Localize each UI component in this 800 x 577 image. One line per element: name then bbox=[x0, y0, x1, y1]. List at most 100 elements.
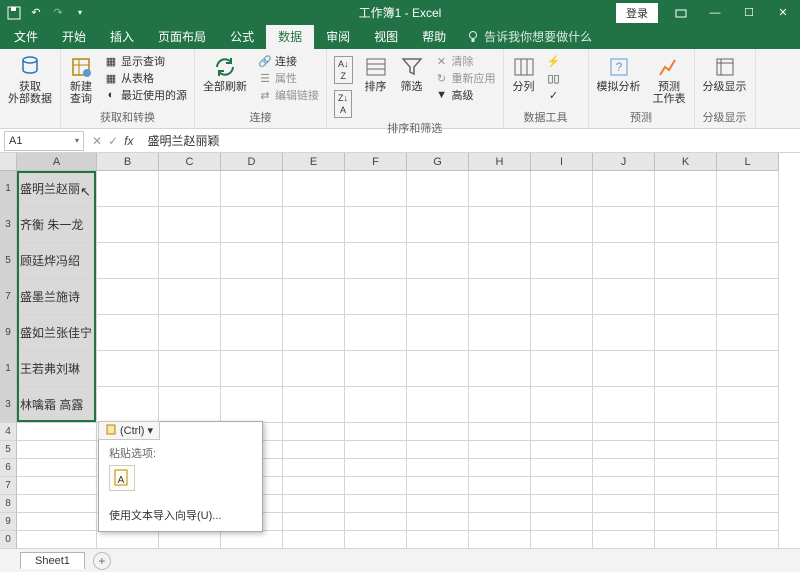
cell[interactable] bbox=[283, 495, 345, 513]
cell[interactable] bbox=[97, 171, 159, 207]
cell[interactable] bbox=[593, 513, 655, 531]
from-table-button[interactable]: ▦从表格 bbox=[101, 70, 190, 86]
cell[interactable] bbox=[531, 477, 593, 495]
cell[interactable] bbox=[655, 441, 717, 459]
cell[interactable] bbox=[345, 459, 407, 477]
cell[interactable] bbox=[221, 387, 283, 423]
cell[interactable] bbox=[717, 477, 779, 495]
cell[interactable] bbox=[717, 495, 779, 513]
cell[interactable] bbox=[655, 207, 717, 243]
cell[interactable] bbox=[717, 459, 779, 477]
cell[interactable]: 王若弗刘琳 bbox=[17, 351, 97, 387]
cell[interactable] bbox=[655, 477, 717, 495]
cell[interactable] bbox=[593, 243, 655, 279]
add-sheet-button[interactable]: + bbox=[93, 552, 111, 570]
cell[interactable] bbox=[531, 243, 593, 279]
cell[interactable] bbox=[97, 351, 159, 387]
cell[interactable] bbox=[593, 315, 655, 351]
row-header[interactable]: 6 bbox=[0, 459, 17, 477]
cell[interactable] bbox=[345, 477, 407, 495]
cell[interactable] bbox=[593, 351, 655, 387]
close-icon[interactable]: ✕ bbox=[766, 0, 800, 25]
cell[interactable] bbox=[469, 531, 531, 549]
cell[interactable] bbox=[655, 279, 717, 315]
cell[interactable] bbox=[17, 531, 97, 549]
cell[interactable] bbox=[593, 387, 655, 423]
insert-function-icon[interactable]: fx bbox=[124, 134, 133, 148]
column-header-K[interactable]: K bbox=[655, 153, 717, 171]
cell[interactable] bbox=[221, 351, 283, 387]
advanced-button[interactable]: ▼高级 bbox=[432, 87, 499, 103]
select-all-corner[interactable] bbox=[0, 153, 17, 171]
name-box-dropdown-icon[interactable]: ▾ bbox=[75, 136, 79, 145]
cell[interactable] bbox=[593, 171, 655, 207]
column-header-B[interactable]: B bbox=[97, 153, 159, 171]
cell[interactable] bbox=[469, 387, 531, 423]
cell[interactable] bbox=[531, 387, 593, 423]
cell[interactable] bbox=[159, 279, 221, 315]
cell[interactable] bbox=[717, 531, 779, 549]
cell[interactable] bbox=[345, 207, 407, 243]
what-if-button[interactable]: ? 模拟分析 bbox=[593, 53, 645, 95]
cell[interactable] bbox=[407, 315, 469, 351]
cell[interactable] bbox=[345, 315, 407, 351]
cell[interactable] bbox=[159, 243, 221, 279]
row-header[interactable]: 7 bbox=[0, 279, 17, 315]
cell[interactable] bbox=[655, 513, 717, 531]
row-header[interactable]: 5 bbox=[0, 243, 17, 279]
cell[interactable] bbox=[407, 441, 469, 459]
sort-button[interactable]: 排序 bbox=[360, 53, 392, 95]
row-header[interactable]: 7 bbox=[0, 477, 17, 495]
data-validation-button[interactable]: ✓ bbox=[544, 87, 584, 103]
cell[interactable] bbox=[345, 351, 407, 387]
cell[interactable] bbox=[97, 387, 159, 423]
cell[interactable] bbox=[531, 513, 593, 531]
save-icon[interactable] bbox=[6, 5, 22, 21]
cell[interactable] bbox=[407, 477, 469, 495]
cell[interactable] bbox=[345, 531, 407, 549]
paste-option-keep-text[interactable]: A bbox=[109, 465, 135, 491]
cell[interactable] bbox=[407, 423, 469, 441]
cell[interactable] bbox=[221, 315, 283, 351]
tab-pagelayout[interactable]: 页面布局 bbox=[146, 24, 218, 49]
cell[interactable] bbox=[531, 423, 593, 441]
ribbon-options-icon[interactable] bbox=[664, 0, 698, 25]
cell[interactable]: 林噙霜 高露 bbox=[17, 387, 97, 423]
cell[interactable] bbox=[593, 459, 655, 477]
login-button[interactable]: 登录 bbox=[616, 3, 658, 23]
row-header[interactable]: 9 bbox=[0, 315, 17, 351]
cell[interactable] bbox=[283, 441, 345, 459]
cell[interactable] bbox=[469, 171, 531, 207]
cell[interactable] bbox=[717, 423, 779, 441]
cell[interactable]: 顾廷烨冯绍 bbox=[17, 243, 97, 279]
cell[interactable] bbox=[531, 351, 593, 387]
reapply-button[interactable]: ↻重新应用 bbox=[432, 70, 499, 86]
new-query-button[interactable]: 新建 查询 bbox=[65, 53, 97, 107]
cell[interactable] bbox=[469, 477, 531, 495]
cell[interactable] bbox=[469, 315, 531, 351]
cell[interactable] bbox=[407, 243, 469, 279]
enter-formula-icon[interactable]: ✓ bbox=[108, 134, 118, 148]
refresh-all-button[interactable]: 全部刷新 bbox=[199, 53, 251, 95]
column-header-H[interactable]: H bbox=[469, 153, 531, 171]
cell[interactable] bbox=[345, 441, 407, 459]
formula-input[interactable]: 盛明兰赵丽颖 bbox=[141, 132, 800, 149]
column-header-L[interactable]: L bbox=[717, 153, 779, 171]
show-queries-button[interactable]: ▦显示查询 bbox=[101, 53, 190, 69]
cell[interactable] bbox=[593, 531, 655, 549]
cell[interactable] bbox=[717, 441, 779, 459]
cell[interactable] bbox=[469, 423, 531, 441]
cell[interactable] bbox=[655, 387, 717, 423]
row-header[interactable]: 1 bbox=[0, 171, 17, 207]
cell[interactable] bbox=[717, 315, 779, 351]
row-header[interactable]: 3 bbox=[0, 387, 17, 423]
cell[interactable] bbox=[159, 387, 221, 423]
cell[interactable] bbox=[407, 387, 469, 423]
column-header-C[interactable]: C bbox=[159, 153, 221, 171]
cell[interactable] bbox=[469, 495, 531, 513]
column-header-J[interactable]: J bbox=[593, 153, 655, 171]
cell[interactable] bbox=[159, 315, 221, 351]
outline-button[interactable]: 分级显示 bbox=[699, 53, 751, 95]
cell[interactable] bbox=[345, 423, 407, 441]
cell[interactable] bbox=[283, 531, 345, 549]
